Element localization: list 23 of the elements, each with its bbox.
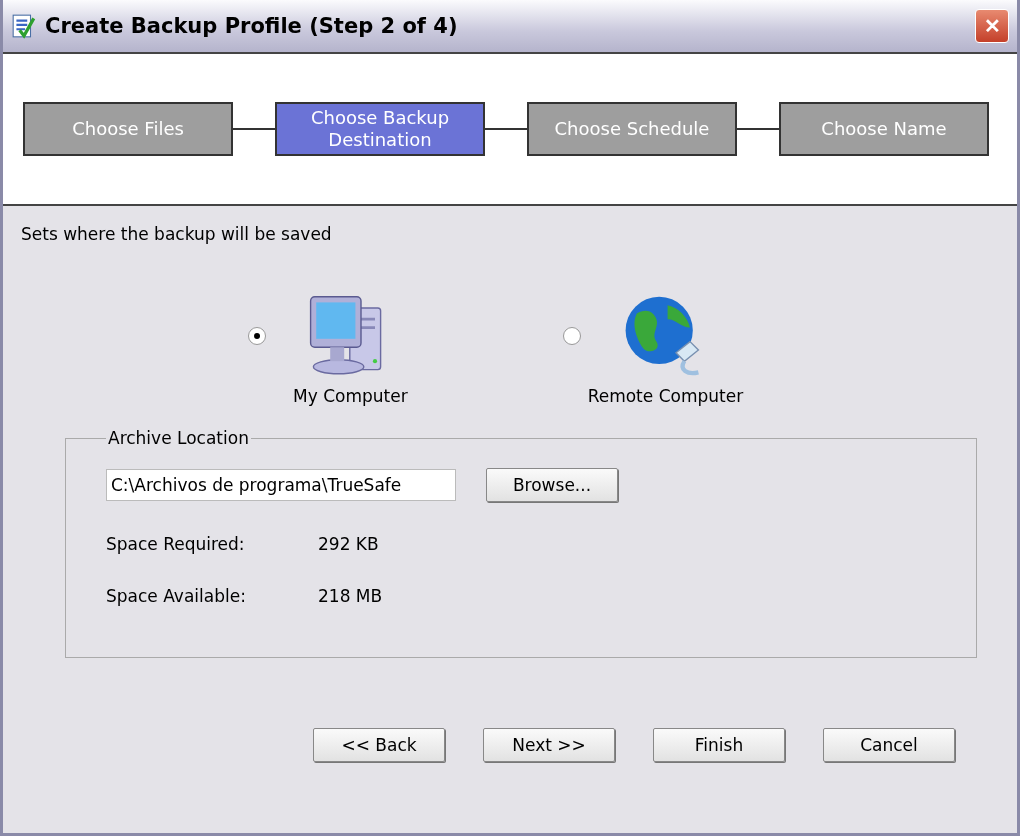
nav-button[interactable]: Next >> bbox=[483, 728, 615, 762]
destination-label: My Computer bbox=[293, 386, 408, 406]
browse-button[interactable]: Browse... bbox=[486, 468, 618, 502]
radio-button[interactable] bbox=[248, 327, 267, 345]
description-text: Sets where the backup will be saved bbox=[21, 224, 333, 244]
info-label: Space Available: bbox=[106, 586, 247, 606]
nav-button[interactable]: Cancel bbox=[823, 728, 955, 762]
step-box: Choose Files bbox=[23, 102, 233, 156]
info-value: 218 MB bbox=[318, 586, 383, 606]
nav-button[interactable]: << Back bbox=[313, 728, 445, 762]
close-button[interactable]: ✕ bbox=[975, 9, 1009, 43]
step-box: Choose Schedule bbox=[527, 102, 737, 156]
step-box: Choose Name bbox=[779, 102, 989, 156]
radio-button[interactable] bbox=[563, 327, 582, 345]
checklist-icon bbox=[11, 13, 37, 39]
info-value: 292 KB bbox=[318, 534, 379, 554]
group-legend: Archive Location bbox=[106, 428, 251, 448]
info-label: Space Required: bbox=[106, 534, 246, 554]
step-box: Choose Backup Destination bbox=[275, 102, 485, 156]
destination-label: Remote Computer bbox=[587, 386, 744, 406]
nav-button[interactable]: Finish bbox=[653, 728, 785, 762]
window-title: Create Backup Profile (Step 2 of 4) bbox=[45, 14, 459, 38]
path-field[interactable]: C:\Archivos de programa\TrueSafe bbox=[106, 469, 456, 501]
